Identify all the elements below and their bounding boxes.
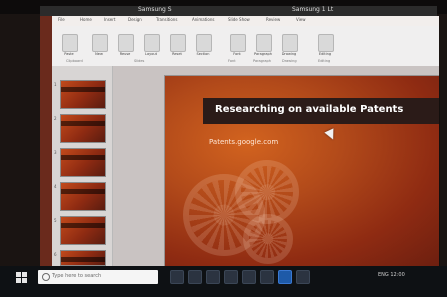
thumbnail-title-bar — [61, 155, 105, 160]
windows-logo-icon — [22, 278, 27, 283]
thumbnail-title-bar — [61, 189, 105, 194]
tab-slide-show[interactable]: Slide Show — [228, 17, 250, 22]
file-tab[interactable] — [12, 20, 40, 34]
paste-label: Paste — [64, 52, 74, 56]
slide-subtitle[interactable]: Patents.google.com — [209, 138, 278, 146]
slide-thumbnail[interactable]: 2 — [54, 114, 106, 143]
group-label-paragraph: Paragraph — [253, 59, 271, 63]
editing-label: Editing — [318, 52, 332, 56]
window-title-left: Samsung S — [138, 6, 172, 13]
tab-design[interactable]: Design — [128, 17, 142, 22]
file-explorer-icon[interactable] — [206, 270, 220, 284]
tab-transitions[interactable]: Transitions — [156, 17, 177, 22]
editing-button[interactable] — [318, 34, 334, 52]
gear-teeth — [241, 166, 293, 218]
slide-number: 1 — [54, 82, 57, 87]
powerpoint-icon[interactable] — [278, 270, 292, 284]
windows-logo-icon — [22, 272, 27, 277]
tab-animations[interactable]: Animations — [192, 17, 214, 22]
task-view-icon[interactable] — [170, 270, 184, 284]
mail-icon[interactable] — [242, 270, 256, 284]
window-title-bar — [40, 6, 437, 16]
thumbnail-title-bar — [61, 223, 105, 228]
system-tray[interactable]: ENG 12:00 — [378, 272, 405, 278]
slide-thumbnail[interactable]: 1 — [54, 80, 106, 109]
tab-insert[interactable]: Insert — [104, 17, 115, 22]
group-label-editing: Editing — [318, 59, 331, 63]
app-icon[interactable] — [260, 270, 274, 284]
slide-number: 2 — [54, 116, 57, 121]
group-label-drawing: Drawing — [282, 59, 297, 63]
tab-file[interactable]: File — [58, 17, 65, 22]
slide-canvas[interactable]: Researching on available Patents Patents… — [165, 76, 439, 266]
group-label-clipboard: Clipboard — [66, 59, 83, 63]
reset-label: Reset — [172, 52, 182, 56]
paragraph-label: Paragraph — [254, 52, 272, 56]
font-button[interactable] — [230, 34, 246, 52]
app-icon[interactable] — [296, 270, 310, 284]
reset-button[interactable] — [170, 34, 186, 52]
layout-button[interactable] — [144, 34, 160, 52]
thumbnail-title-bar — [61, 121, 105, 126]
slide-thumbnail[interactable]: 3 — [54, 148, 106, 177]
group-label-font: Font — [228, 59, 236, 63]
ribbon-tabs: File Home Insert Design Transitions Anim… — [52, 16, 439, 26]
thumbnail-title-bar — [61, 257, 105, 262]
section-button[interactable] — [196, 34, 212, 52]
ribbon: Paste New Reuse Layout Reset Section Fon… — [52, 26, 439, 67]
slide-number: 3 — [54, 150, 57, 155]
tab-home[interactable]: Home — [80, 17, 92, 22]
taskbar-search-placeholder: Type here to search — [52, 273, 102, 279]
gear-teeth — [249, 220, 287, 258]
layout-label: Layout — [145, 52, 157, 56]
tab-view[interactable]: View — [296, 17, 306, 22]
group-label-slides: Slides — [134, 59, 145, 63]
edge-icon[interactable] — [188, 270, 202, 284]
section-label: Section — [196, 52, 210, 56]
ppt-accent-strip — [40, 16, 52, 266]
windows-logo-icon — [16, 278, 21, 283]
font-label: Font — [233, 52, 241, 56]
tab-review[interactable]: Review — [266, 17, 280, 22]
paste-button[interactable] — [62, 34, 78, 52]
slide-number: 5 — [54, 218, 57, 223]
thumbnail-title-bar — [61, 87, 105, 92]
slide-number: 4 — [54, 184, 57, 189]
slide-number: 6 — [54, 252, 57, 257]
drawing-button[interactable] — [282, 34, 298, 52]
gear-graphic — [243, 214, 293, 264]
reuse-slides-button[interactable] — [118, 34, 134, 52]
store-icon[interactable] — [224, 270, 238, 284]
windows-logo-icon — [16, 272, 21, 277]
new-slide-button[interactable] — [92, 34, 108, 52]
new-slide-label: New — [95, 52, 103, 56]
slide-title[interactable]: Researching on available Patents — [215, 104, 403, 115]
window-title-right: Samsung 1 Lt — [292, 6, 334, 13]
slide-thumbnail[interactable]: 6 — [54, 250, 106, 266]
start-button[interactable] — [16, 272, 28, 284]
slide-thumbnails-pane: 1 2 3 4 5 6 — [52, 66, 113, 266]
drawing-label: Drawing — [281, 52, 297, 56]
slide-thumbnail[interactable]: 4 — [54, 182, 106, 211]
search-icon — [42, 273, 50, 281]
paragraph-button[interactable] — [256, 34, 272, 52]
slide-thumbnail[interactable]: 5 — [54, 216, 106, 245]
reuse-slides-label: Reuse — [119, 52, 131, 56]
